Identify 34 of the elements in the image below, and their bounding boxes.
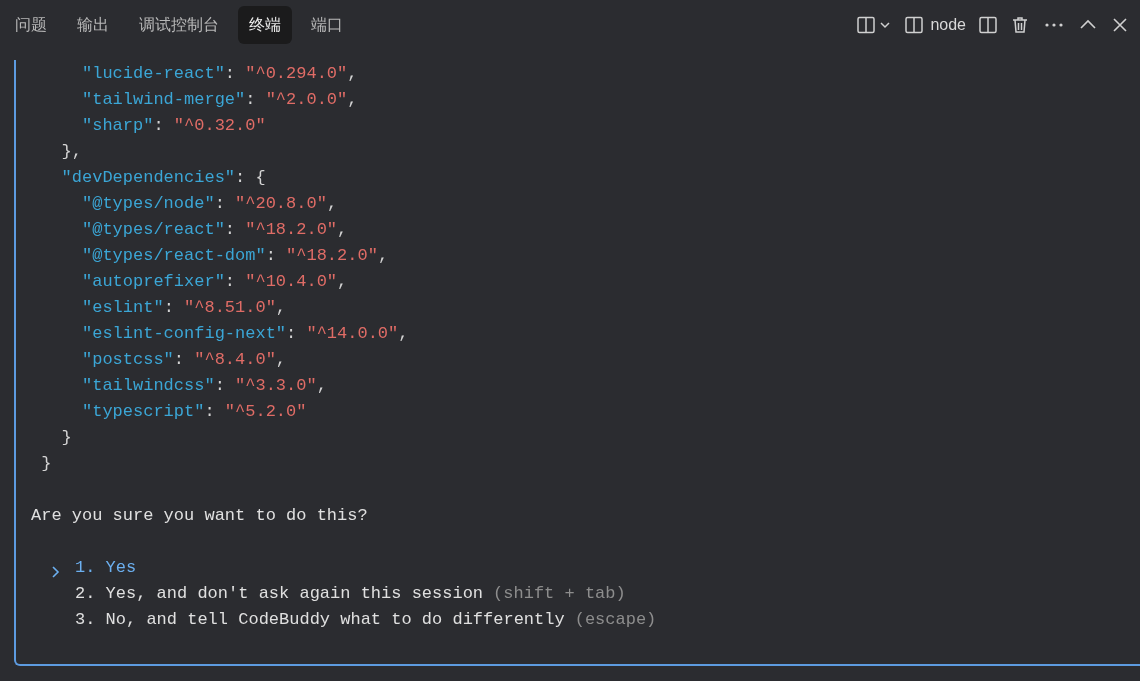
prompt-option[interactable]: 1. Yes <box>75 555 137 581</box>
code-line: "eslint": "^8.51.0", <box>81 297 287 319</box>
code-line: "devDependencies": { <box>60 167 266 189</box>
code-line: "lucide-react": "^0.294.0", <box>81 63 358 85</box>
code-line: }, <box>60 141 82 163</box>
code-line: "@types/react": "^18.2.0", <box>81 219 348 241</box>
code-line: "tailwind-merge": "^2.0.0", <box>81 89 358 111</box>
code-line: "eslint-config-next": "^14.0.0", <box>81 323 409 345</box>
panel-tab[interactable]: 端口 <box>300 6 354 44</box>
terminal-selector[interactable]: node <box>904 13 966 37</box>
code-line: "sharp": "^0.32.0" <box>81 115 266 137</box>
code-line: "@types/node": "^20.8.0", <box>81 193 338 215</box>
code-line: } <box>40 453 52 475</box>
panel-tab[interactable]: 终端 <box>238 6 292 44</box>
prompt-option[interactable]: 2. Yes, and don't ask again this session <box>75 581 484 607</box>
split-panel-icon[interactable] <box>856 15 877 35</box>
code-line: "typescript": "^5.2.0" <box>81 401 307 423</box>
code-line: } <box>60 427 72 449</box>
prompt-option[interactable]: 3. No, and tell CodeBuddy what to do differently <box>75 607 565 633</box>
cursor-chevron-icon <box>51 565 61 578</box>
code-line: "autoprefixer": "^10.4.0", <box>81 271 348 293</box>
code-line: "tailwindcss": "^3.3.0", <box>81 375 327 397</box>
panel-tab[interactable]: 问题 <box>4 6 58 44</box>
key-hint: (shift + tab) <box>493 583 626 605</box>
panel-tab[interactable]: 调试控制台 <box>128 6 230 44</box>
split-panel-icon[interactable] <box>904 15 925 35</box>
trash-icon[interactable] <box>1010 15 1030 35</box>
panel-tab[interactable]: 输出 <box>66 6 120 44</box>
split-terminal-icon[interactable] <box>978 15 998 35</box>
code-line: "postcss": "^8.4.0", <box>81 349 287 371</box>
code-line: "@types/react-dom": "^18.2.0", <box>81 245 389 267</box>
key-hint: (escape) <box>574 609 657 631</box>
prompt-question: Are you sure you want to do this? <box>31 505 368 527</box>
split-layout-button[interactable] <box>856 15 893 35</box>
